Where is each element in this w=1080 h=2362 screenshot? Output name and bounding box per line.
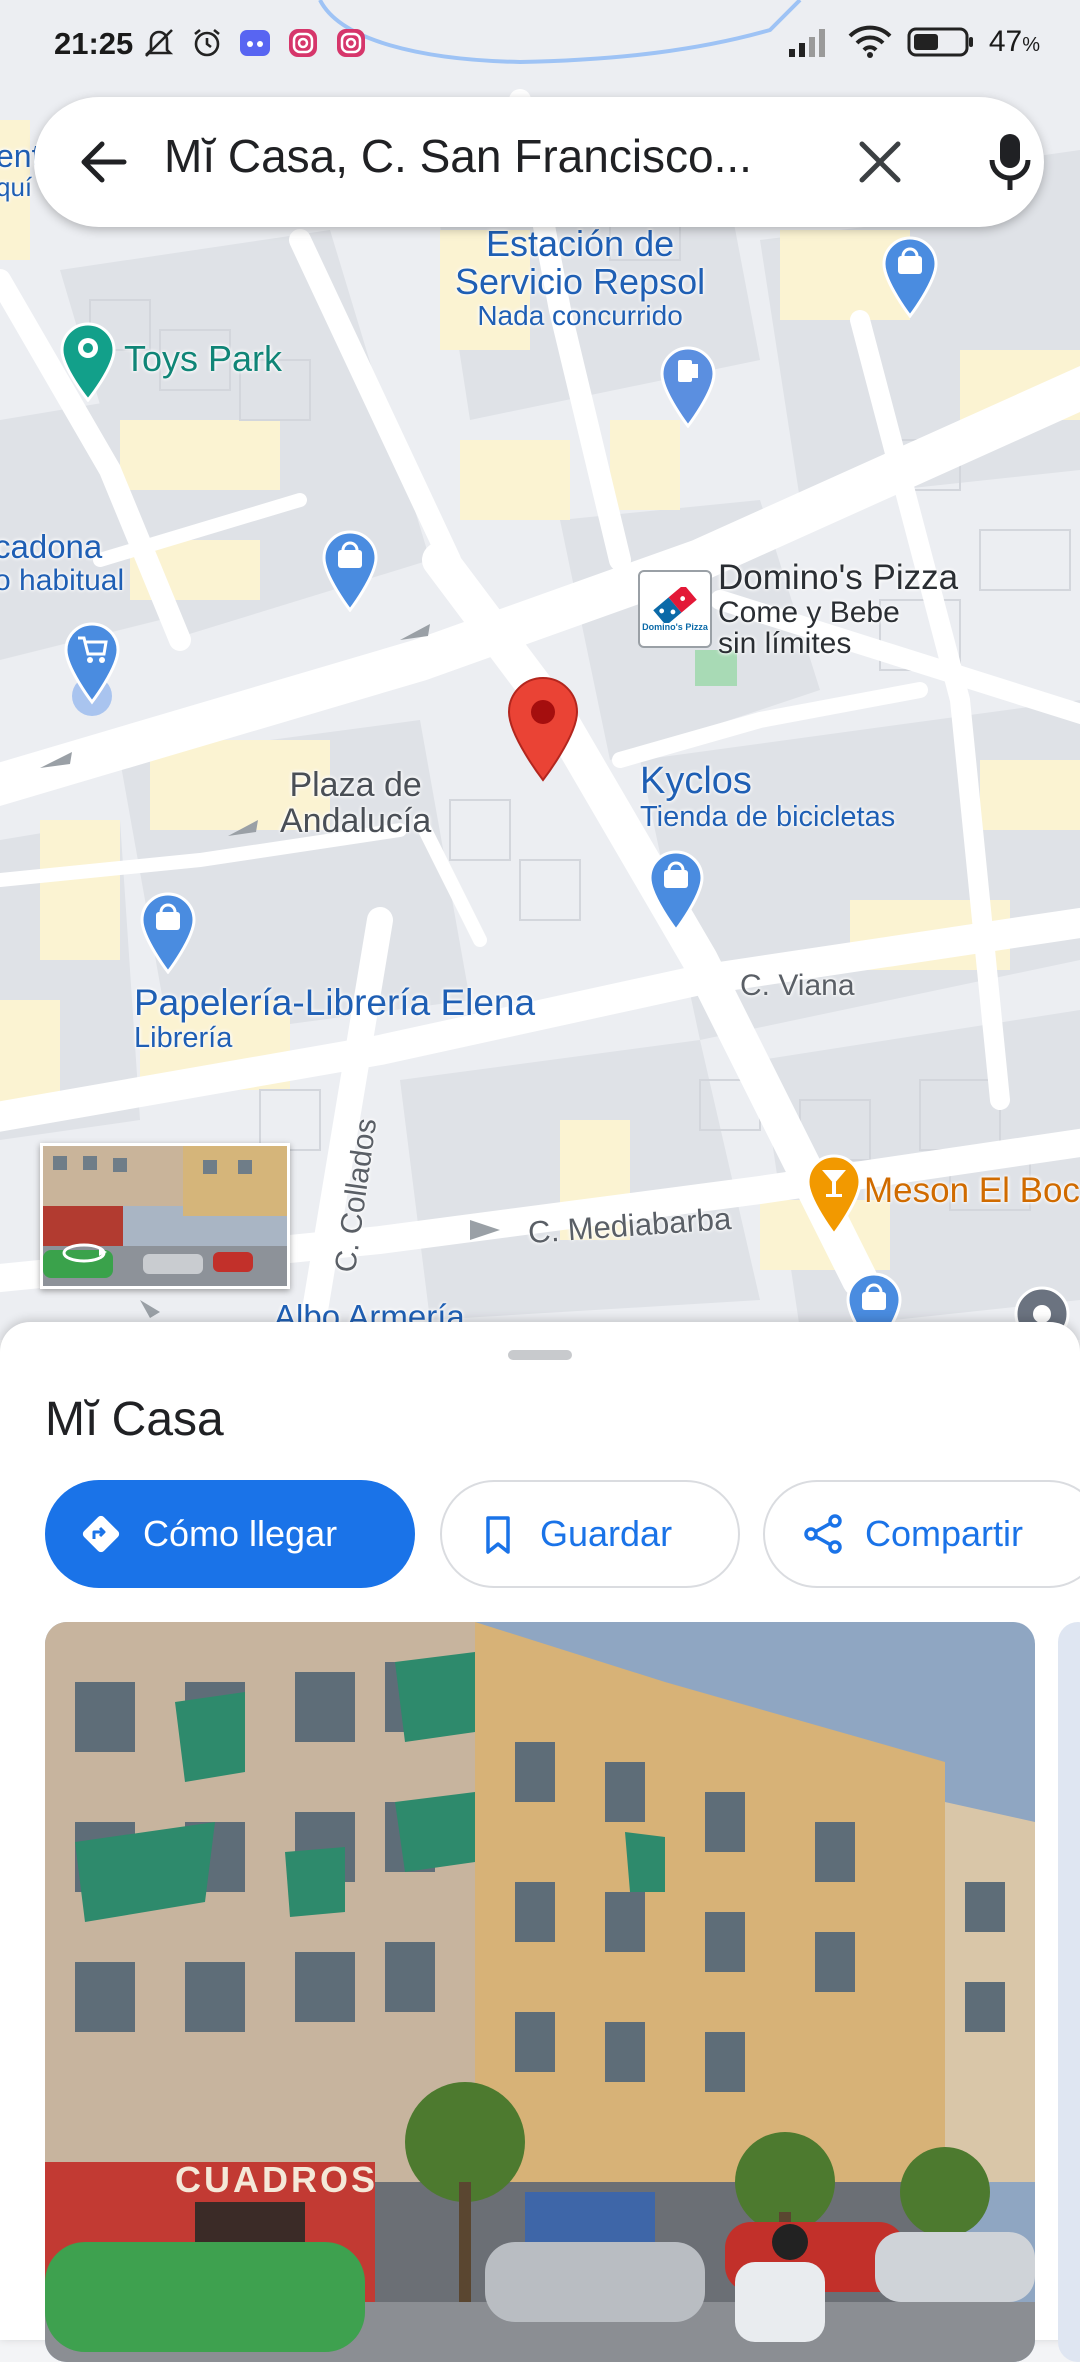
share-icon bbox=[804, 1514, 842, 1554]
poi-papeleria-sub: Librería bbox=[134, 1021, 233, 1054]
search-bar[interactable]: Mĭ Casa, C. San Francisco... bbox=[34, 97, 1044, 227]
shopping-pin-icon[interactable] bbox=[138, 890, 198, 974]
place-plaza-line2: Andalucía bbox=[280, 801, 432, 840]
bar-pin-icon[interactable] bbox=[804, 1152, 864, 1236]
place-plaza-line1: Plaza de bbox=[289, 766, 422, 804]
poi-kyclos-sub: Tienda de bicicletas bbox=[640, 800, 896, 833]
toys-park-pin-icon[interactable] bbox=[58, 322, 118, 402]
poi-papeleria-name: Papelería-Librería Elena bbox=[134, 982, 536, 1023]
status-time: 21:25 bbox=[54, 26, 134, 61]
instagram-icon bbox=[337, 29, 365, 57]
place-plaza-andalucia: Plaza de Andalucía bbox=[280, 766, 432, 840]
directions-icon bbox=[82, 1515, 120, 1553]
poi-mercadona-line2: o habitual bbox=[0, 563, 125, 597]
mute-icon bbox=[144, 29, 174, 57]
percent-sign: % bbox=[1022, 34, 1040, 56]
gas-station-pin-icon[interactable] bbox=[658, 344, 718, 428]
directions-label: Cómo llegar bbox=[143, 1513, 338, 1554]
rotate-360-icon bbox=[62, 1243, 107, 1263]
close-icon[interactable] bbox=[852, 134, 908, 190]
share-label: Compartir bbox=[865, 1513, 1024, 1554]
dominos-logo-icon[interactable]: Domino's Pizza bbox=[638, 570, 712, 648]
place-photo[interactable]: CUADROS bbox=[45, 1622, 1035, 2362]
status-bar: 21:25 47% bbox=[0, 0, 1080, 92]
dominos-logo-text: Domino's Pizza bbox=[642, 621, 708, 632]
search-query-text[interactable]: Mĭ Casa, C. San Francisco... bbox=[164, 129, 824, 183]
wifi-icon bbox=[848, 25, 892, 58]
poi-meson-label[interactable]: Meson El Boc bbox=[864, 1172, 1080, 1210]
poi-dominos[interactable]: Domino's Pizza Come y Bebe sin límites bbox=[718, 558, 959, 661]
poi-papeleria[interactable]: Papelería-Librería Elena Librería bbox=[134, 982, 536, 1054]
poi-repsol[interactable]: Estación de Servicio Repsol Nada concurr… bbox=[455, 225, 705, 330]
drag-handle[interactable] bbox=[508, 1350, 572, 1360]
back-arrow-icon[interactable] bbox=[74, 132, 134, 192]
directions-button[interactable]: Cómo llegar bbox=[45, 1480, 415, 1588]
bookmark-icon bbox=[486, 1516, 510, 1554]
signal-icon bbox=[788, 29, 825, 57]
selected-location-pin-icon[interactable] bbox=[505, 676, 581, 782]
shop-sign-text: CUADROS bbox=[175, 2159, 378, 2200]
poi-repsol-name-line1: Estación de bbox=[485, 223, 675, 264]
save-label: Guardar bbox=[540, 1513, 673, 1554]
next-photo-peek[interactable] bbox=[1058, 1622, 1080, 2362]
domino-tile-icon bbox=[653, 586, 697, 623]
poi-mercadona-line1: cadona bbox=[0, 528, 103, 565]
microphone-icon[interactable] bbox=[980, 130, 1040, 194]
shopping-pin-icon[interactable] bbox=[646, 848, 706, 932]
poi-dominos-sub1: Come y Bebe bbox=[718, 595, 900, 629]
poi-repsol-sub: Nada concurrido bbox=[477, 299, 683, 331]
poi-dominos-sub2: sin límites bbox=[718, 627, 852, 661]
battery-icon bbox=[907, 27, 973, 57]
poi-kyclos-name: Kyclos bbox=[640, 760, 752, 802]
poi-repsol-name-line2: Servicio Repsol bbox=[455, 260, 706, 302]
place-title: Mĭ Casa bbox=[45, 1393, 224, 1446]
street-photo-image: CUADROS bbox=[45, 1622, 1035, 2362]
instagram-icon bbox=[289, 29, 317, 57]
save-button[interactable]: Guardar bbox=[440, 1480, 740, 1588]
alarm-icon bbox=[194, 28, 220, 57]
poi-left-edge-line2: quí bbox=[0, 171, 33, 202]
poi-kyclos[interactable]: Kyclos Tienda de bicicletas bbox=[640, 760, 896, 833]
shopping-pin-icon[interactable] bbox=[880, 234, 940, 318]
poi-mercadona[interactable]: cadona o habitual bbox=[0, 528, 125, 597]
discord-icon bbox=[240, 30, 270, 56]
street-viana-label: C. Viana bbox=[740, 969, 855, 1002]
cart-pin-icon[interactable] bbox=[62, 620, 122, 720]
street-view-thumbnail[interactable] bbox=[40, 1143, 290, 1289]
battery-percent: 47 bbox=[988, 25, 1023, 58]
place-bottom-sheet[interactable]: Mĭ Casa Cómo llegar Guardar Compartir CU… bbox=[0, 1322, 1080, 2362]
poi-dominos-name: Domino's Pizza bbox=[718, 558, 959, 597]
poi-toys-park-label[interactable]: Toys Park bbox=[124, 340, 282, 378]
share-button[interactable]: Compartir bbox=[763, 1480, 1080, 1588]
shopping-pin-icon[interactable] bbox=[320, 528, 380, 612]
